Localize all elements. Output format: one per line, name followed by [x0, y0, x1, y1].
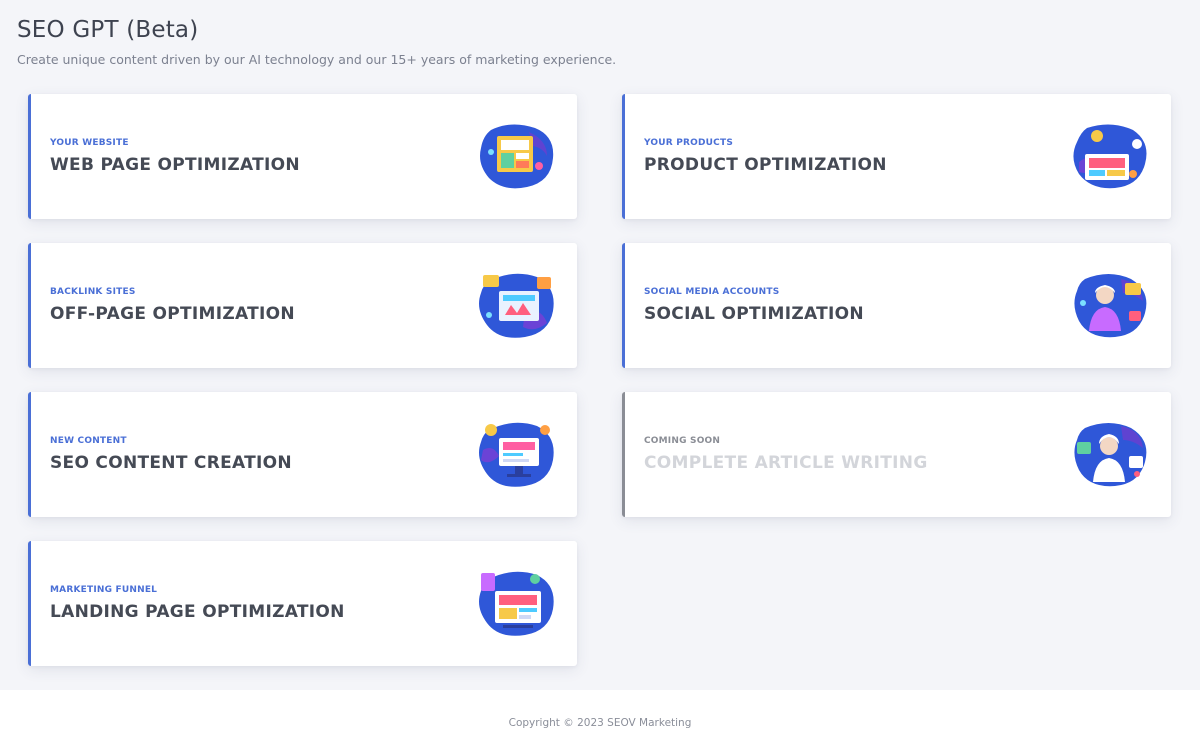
- landing-illustration-icon: [479, 571, 554, 636]
- main-content: SEO GPT (Beta) Create unique content dri…: [0, 0, 1200, 690]
- backlink-illustration-icon: [479, 273, 554, 338]
- card-off-page-optimization[interactable]: BACKLINK SITES OFF-PAGE OPTIMIZATION: [28, 243, 577, 368]
- card-eyebrow: MARKETING FUNNEL: [50, 585, 158, 595]
- card-title: COMPLETE ARTICLE WRITING: [644, 453, 928, 473]
- card-title: OFF-PAGE OPTIMIZATION: [50, 304, 295, 324]
- card-eyebrow: BACKLINK SITES: [50, 287, 136, 297]
- page-subtitle: Create unique content driven by our AI t…: [17, 52, 617, 67]
- card-title: LANDING PAGE OPTIMIZATION: [50, 602, 345, 622]
- products-illustration-icon: [1073, 124, 1147, 189]
- card-eyebrow: YOUR WEBSITE: [50, 138, 129, 148]
- card-title: WEB PAGE OPTIMIZATION: [50, 155, 300, 175]
- card-title: SEO CONTENT CREATION: [50, 453, 292, 473]
- card-title: PRODUCT OPTIMIZATION: [644, 155, 887, 175]
- card-eyebrow: NEW CONTENT: [50, 436, 127, 446]
- content-illustration-icon: [479, 422, 554, 487]
- website-illustration-icon: [480, 124, 554, 189]
- card-eyebrow: YOUR PRODUCTS: [644, 138, 734, 148]
- card-product-optimization[interactable]: YOUR PRODUCTS PRODUCT OPTIMIZATION: [622, 94, 1171, 219]
- card-seo-content-creation[interactable]: NEW CONTENT SEO CONTENT CREATION: [28, 392, 577, 517]
- card-complete-article-writing: COMING SOON COMPLETE ARTICLE WRITING: [622, 392, 1171, 517]
- copyright-text: Copyright © 2023 SEOV Marketing: [508, 717, 692, 729]
- social-illustration-icon: [1074, 274, 1147, 338]
- article-illustration-icon: [1074, 423, 1147, 487]
- card-eyebrow: COMING SOON: [644, 436, 721, 446]
- card-landing-page-optimization[interactable]: MARKETING FUNNEL LANDING PAGE OPTIMIZATI…: [28, 541, 577, 666]
- footer: Copyright © 2023 SEOV Marketing: [0, 690, 1200, 753]
- card-web-page-optimization[interactable]: YOUR WEBSITE WEB PAGE OPTIMIZATION: [28, 94, 577, 219]
- card-title: SOCIAL OPTIMIZATION: [644, 304, 864, 324]
- page: SEO GPT (Beta) Create unique content dri…: [0, 0, 1200, 753]
- page-title: SEO GPT (Beta): [17, 17, 199, 43]
- card-social-optimization[interactable]: SOCIAL MEDIA ACCOUNTS SOCIAL OPTIMIZATIO…: [622, 243, 1171, 368]
- card-eyebrow: SOCIAL MEDIA ACCOUNTS: [644, 287, 780, 297]
